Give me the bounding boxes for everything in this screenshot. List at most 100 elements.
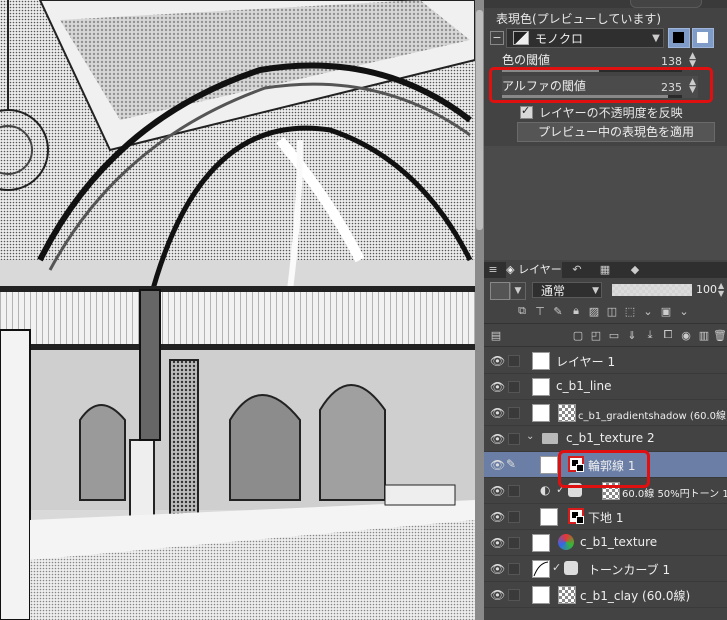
layer-name: レイヤー 1 bbox=[556, 355, 616, 369]
tab-material-icon[interactable]: ◆ bbox=[624, 262, 646, 278]
mask-enable-icon[interactable]: ◫ bbox=[604, 304, 620, 318]
lock-icon[interactable]: 🔒︎ bbox=[568, 304, 584, 318]
layer-lock-box[interactable] bbox=[508, 537, 520, 549]
layer-thumbnail bbox=[540, 456, 558, 474]
layer-name: c_b1_line bbox=[556, 379, 612, 393]
panel-menu-icon[interactable]: ≡ bbox=[488, 262, 498, 278]
reflect-opacity-label: レイヤーの不透明度を反映 bbox=[539, 105, 683, 120]
reflect-opacity-checkbox[interactable] bbox=[520, 104, 533, 119]
expression-color-value: モノクロ bbox=[535, 31, 584, 46]
layer-row[interactable]: 👁︎ 下地 1 bbox=[484, 504, 727, 530]
tab-layer[interactable]: ◈ レイヤー bbox=[506, 262, 562, 278]
right-panel: 表現色(プレビューしています) − モノクロ ▼ 色の閾値 138 ▲ ▼ アルフ… bbox=[484, 0, 727, 620]
layer-lock-box[interactable] bbox=[508, 589, 520, 601]
layer-panel-menu-icon[interactable]: ▤ bbox=[488, 328, 504, 342]
white-swatch-toggle[interactable] bbox=[692, 28, 714, 48]
canvas-illustration bbox=[0, 0, 475, 620]
layer-lock-box[interactable] bbox=[508, 563, 520, 575]
mask-icon[interactable]: ◉ bbox=[678, 328, 694, 342]
tab-history-icon[interactable]: ↶ bbox=[566, 262, 588, 278]
duplicate-icon[interactable]: ⧠ bbox=[660, 328, 676, 342]
layer-thumbnail bbox=[532, 534, 550, 552]
layer-row[interactable]: 👁︎ c_b1_texture bbox=[484, 530, 727, 556]
reference-icon[interactable]: ⊤ bbox=[532, 304, 548, 318]
delete-layer-icon[interactable]: 🗑︎ bbox=[712, 328, 727, 342]
chevron-down-icon[interactable]: ⌄ bbox=[640, 304, 656, 318]
folder-row[interactable]: 👁︎ ⌄ c_b1_texture 2 bbox=[484, 426, 727, 452]
reflect-opacity-option[interactable]: レイヤーの不透明度を反映 bbox=[520, 104, 683, 120]
layer-lock-box[interactable] bbox=[508, 407, 520, 419]
layer-name: 下地 1 bbox=[588, 511, 624, 525]
alpha-threshold-highlight-box bbox=[489, 67, 713, 103]
eye-icon[interactable]: 👁︎ bbox=[490, 432, 505, 446]
layer-name: c_b1_texture bbox=[580, 535, 658, 549]
spin-icon[interactable]: ▲ ▼ bbox=[689, 52, 696, 69]
apply-expression-color-button[interactable]: プレビュー中の表現色を適用 bbox=[517, 122, 715, 142]
draft-icon[interactable]: ✎ bbox=[550, 304, 566, 318]
divider bbox=[484, 323, 727, 324]
spin-icon[interactable]: ▲ ▼ bbox=[718, 282, 724, 298]
layer-property-row: ▼ 通常 ▼ 100 ▲ ▼ bbox=[490, 281, 726, 301]
transfer-down-icon[interactable]: ⇓ bbox=[624, 328, 640, 342]
black-swatch-toggle[interactable] bbox=[668, 28, 690, 48]
collapse-icon[interactable]: − bbox=[490, 31, 504, 45]
layer-thumbnail bbox=[532, 378, 550, 396]
expression-color-title: 表現色(プレビューしています) bbox=[496, 12, 662, 26]
eye-icon[interactable]: 👁︎ bbox=[490, 484, 505, 498]
chevron-down-icon: ▼ bbox=[652, 32, 660, 44]
expression-color-select[interactable]: モノクロ ▼ bbox=[506, 28, 664, 48]
new-vector-layer-icon[interactable]: ◰ bbox=[588, 328, 604, 342]
eye-icon[interactable]: 👁︎ bbox=[490, 406, 505, 420]
layer-opacity-slider[interactable] bbox=[612, 284, 692, 296]
chevron-down-icon[interactable]: ▼ bbox=[510, 282, 526, 300]
tone-curve-icon bbox=[532, 560, 550, 578]
canvas-scrollbar[interactable] bbox=[475, 0, 484, 620]
layer-name: トーンカーブ 1 bbox=[588, 563, 671, 577]
eye-icon[interactable]: 👁︎ bbox=[490, 380, 505, 394]
layer-mask-thumbnail bbox=[568, 508, 584, 524]
layer-lock-box[interactable] bbox=[508, 485, 520, 497]
layer-row[interactable]: 👁︎ ✓ トーンカーブ 1 bbox=[484, 556, 727, 582]
chevron-down-icon[interactable]: ⌄ bbox=[526, 431, 534, 442]
eye-icon[interactable]: 👁︎ bbox=[490, 562, 505, 576]
new-folder-icon[interactable]: ▭ bbox=[606, 328, 622, 342]
divider bbox=[484, 346, 727, 347]
eye-icon[interactable]: 👁︎ bbox=[490, 510, 505, 524]
layer-row[interactable]: 👁︎ c_b1_line bbox=[484, 374, 727, 400]
layer-lock-box[interactable] bbox=[508, 433, 520, 445]
lock-transparency-icon[interactable]: ▨ bbox=[586, 304, 602, 318]
clip-icon[interactable]: ⧉ bbox=[514, 304, 530, 318]
eye-icon[interactable]: 👁︎ bbox=[490, 588, 505, 602]
eye-icon[interactable]: 👁︎ bbox=[490, 354, 505, 368]
ruler-icon[interactable]: ⬚ bbox=[622, 304, 638, 318]
tone-thumbnail bbox=[558, 404, 576, 422]
property-panel-empty-area bbox=[484, 146, 727, 260]
layer-name: c_b1_gradientshadow (60.0線) bbox=[578, 411, 727, 422]
layer-row[interactable]: 👁︎ c_b1_clay (60.0線) bbox=[484, 582, 727, 608]
color-threshold-label: 色の閾値 bbox=[502, 53, 551, 67]
tab-navigator-icon[interactable]: ▦ bbox=[594, 262, 616, 278]
layer-lock-box[interactable] bbox=[508, 355, 520, 367]
layer-row[interactable]: 👁︎ レイヤー 1 bbox=[484, 348, 727, 374]
palette-color-icon[interactable]: ▣ bbox=[658, 304, 674, 318]
layer-lock-box[interactable] bbox=[508, 381, 520, 393]
layer-color-box[interactable] bbox=[490, 282, 510, 300]
new-raster-layer-icon[interactable]: ▢ bbox=[570, 328, 586, 342]
eye-icon[interactable]: 👁︎ bbox=[490, 458, 505, 472]
canvas[interactable] bbox=[0, 0, 475, 620]
apply-mask-icon[interactable]: ▥ bbox=[696, 328, 712, 342]
blend-mode-select[interactable]: 通常 ▼ bbox=[532, 282, 602, 298]
tab-layer-label: レイヤー bbox=[518, 263, 562, 276]
eye-icon[interactable]: 👁︎ bbox=[490, 536, 505, 550]
layer-lock-box[interactable] bbox=[508, 511, 520, 523]
panel-top-strip bbox=[484, 0, 727, 8]
chevron-down-icon[interactable]: ⌄ bbox=[676, 304, 692, 318]
blend-mode-value: 通常 bbox=[541, 284, 566, 298]
layer-action-toolbar: ▤ ▢ ◰ ▭ ⇓ ⤓ ⧠ ◉ ▥ 🗑︎ bbox=[484, 326, 727, 346]
panel-grip[interactable] bbox=[630, 0, 702, 8]
layer-thumbnail bbox=[532, 586, 550, 604]
tone-thumbnail bbox=[558, 586, 576, 604]
merge-down-icon[interactable]: ⤓ bbox=[642, 328, 658, 342]
layer-row[interactable]: 👁︎ c_b1_gradientshadow (60.0線) bbox=[484, 400, 727, 426]
canvas-scroll-thumb[interactable] bbox=[476, 10, 483, 230]
